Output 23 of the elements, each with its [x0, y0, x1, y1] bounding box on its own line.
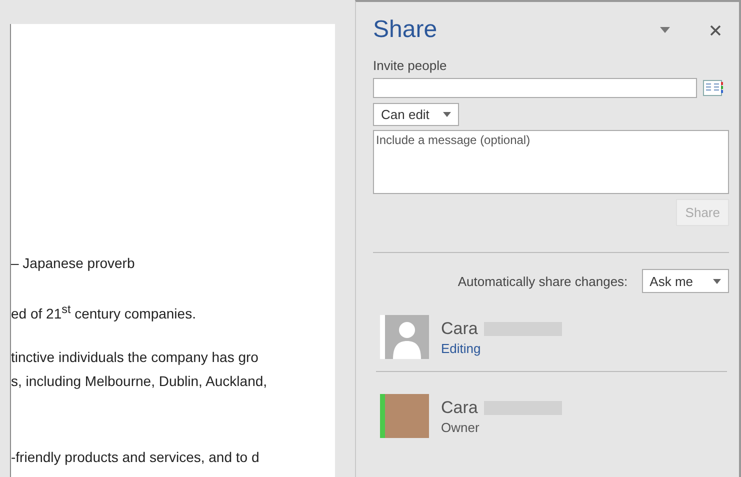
document-text: -friendly products and services, and to d [11, 448, 260, 467]
person-name: Cara [441, 398, 478, 418]
person-role: Owner [441, 420, 480, 434]
permission-dropdown[interactable]: Can edit [373, 103, 460, 126]
photo-placeholder [385, 394, 429, 438]
auto-share-dropdown[interactable]: Ask me [642, 269, 729, 293]
document-text: s, including Melbourne, Dublin, Auckland, [11, 372, 268, 391]
person-name: Cara [441, 318, 478, 338]
document-text: ed of 21$^{st}$ century companies. [11, 302, 197, 322]
document-text: tinctive individuals the company has gro [11, 348, 260, 367]
caret-icon [713, 278, 721, 284]
pane-options-icon[interactable] [660, 27, 670, 33]
invite-label: Invite people [373, 58, 448, 73]
avatar-silhouette-icon [385, 315, 429, 359]
message-field[interactable]: Include a message (optional) [373, 130, 729, 194]
pane-title: Share [373, 16, 438, 44]
close-icon[interactable] [710, 24, 721, 36]
invite-field[interactable] [373, 78, 697, 98]
caret-icon [443, 112, 452, 117]
auto-share-label: Automatically share changes: [458, 274, 628, 288]
address-book-icon[interactable] [703, 79, 723, 97]
document-text: – Japanese proverb [11, 254, 136, 273]
person-role[interactable]: Editing [441, 340, 562, 356]
